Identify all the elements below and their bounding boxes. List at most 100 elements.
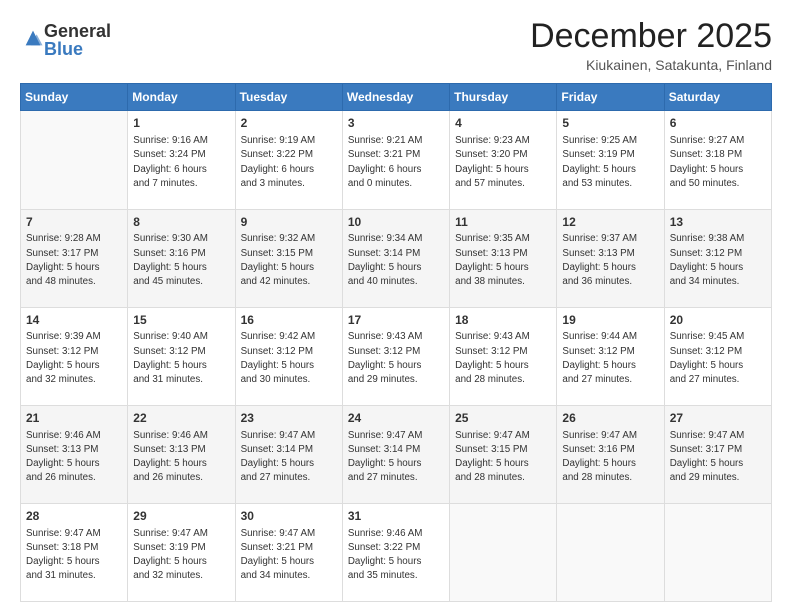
- day-info: Sunrise: 9:32 AMSunset: 3:15 PMDaylight:…: [241, 232, 337, 289]
- day-number: 5: [562, 115, 658, 132]
- table-row: 20Sunrise: 9:45 AMSunset: 3:12 PMDayligh…: [664, 307, 771, 405]
- day-number: 19: [562, 312, 658, 329]
- day-info: Sunrise: 9:23 AMSunset: 3:20 PMDaylight:…: [455, 134, 551, 191]
- header: General Blue December 2025 Kiukainen, Sa…: [20, 18, 772, 73]
- header-wednesday: Wednesday: [342, 84, 449, 111]
- day-info: Sunrise: 9:47 AMSunset: 3:14 PMDaylight:…: [348, 429, 444, 486]
- day-info: Sunrise: 9:25 AMSunset: 3:19 PMDaylight:…: [562, 134, 658, 191]
- table-row: 27 Sunrise: 9:47 AMSunset: 3:17 PMDayligh…: [664, 405, 771, 503]
- table-row: 29 Sunrise: 9:47 AMSunset: 3:19 PMDayligh…: [128, 503, 235, 601]
- table-row: 19Sunrise: 9:44 AMSunset: 3:12 PMDayligh…: [557, 307, 664, 405]
- calendar-week-row: 14Sunrise: 9:39 AMSunset: 3:12 PMDayligh…: [21, 307, 772, 405]
- day-number: 4: [455, 115, 551, 132]
- day-number: 28: [26, 508, 122, 525]
- table-row: 24 Sunrise: 9:47 AMSunset: 3:14 PMDayligh…: [342, 405, 449, 503]
- day-number: 14: [26, 312, 122, 329]
- day-info: Sunrise: 9:19 AMSunset: 3:22 PMDaylight:…: [241, 134, 337, 191]
- table-row: 7Sunrise: 9:28 AMSunset: 3:17 PMDaylight…: [21, 209, 128, 307]
- page: General Blue December 2025 Kiukainen, Sa…: [0, 0, 792, 612]
- day-number: 22: [133, 410, 229, 427]
- day-number: 7: [26, 214, 122, 231]
- day-info: Sunrise: 9:39 AMSunset: 3:12 PMDaylight:…: [26, 330, 122, 387]
- table-row: 18Sunrise: 9:43 AMSunset: 3:12 PMDayligh…: [450, 307, 557, 405]
- day-number: 27: [670, 410, 766, 427]
- table-row: 26 Sunrise: 9:47 AMSunset: 3:16 PMDayligh…: [557, 405, 664, 503]
- day-info: Sunrise: 9:46 AMSunset: 3:13 PMDaylight:…: [26, 429, 122, 486]
- day-info: Sunrise: 9:43 AMSunset: 3:12 PMDaylight:…: [455, 330, 551, 387]
- day-number: 2: [241, 115, 337, 132]
- table-row: 30Sunrise: 9:47 AMSunset: 3:21 PMDayligh…: [235, 503, 342, 601]
- header-sunday: Sunday: [21, 84, 128, 111]
- title-section: December 2025 Kiukainen, Satakunta, Finl…: [530, 18, 772, 73]
- day-info: Sunrise: 9:21 AMSunset: 3:21 PMDaylight:…: [348, 134, 444, 191]
- table-row: [557, 503, 664, 601]
- header-friday: Friday: [557, 84, 664, 111]
- table-row: 14Sunrise: 9:39 AMSunset: 3:12 PMDayligh…: [21, 307, 128, 405]
- table-row: 6Sunrise: 9:27 AMSunset: 3:18 PMDaylight…: [664, 111, 771, 209]
- day-info: Sunrise: 9:30 AMSunset: 3:16 PMDaylight:…: [133, 232, 229, 289]
- day-info: Sunrise: 9:47 AMSunset: 3:15 PMDaylight:…: [455, 429, 551, 486]
- table-row: 13Sunrise: 9:38 AMSunset: 3:12 PMDayligh…: [664, 209, 771, 307]
- day-info: Sunrise: 9:34 AMSunset: 3:14 PMDaylight:…: [348, 232, 444, 289]
- header-thursday: Thursday: [450, 84, 557, 111]
- header-tuesday: Tuesday: [235, 84, 342, 111]
- day-info: Sunrise: 9:47 AMSunset: 3:16 PMDaylight:…: [562, 429, 658, 486]
- day-info: Sunrise: 9:47 AMSunset: 3:19 PMDaylight:…: [133, 527, 229, 584]
- table-row: 12Sunrise: 9:37 AMSunset: 3:13 PMDayligh…: [557, 209, 664, 307]
- day-info: Sunrise: 9:28 AMSunset: 3:17 PMDaylight:…: [26, 232, 122, 289]
- table-row: 25 Sunrise: 9:47 AMSunset: 3:15 PMDayligh…: [450, 405, 557, 503]
- calendar-header-row: Sunday Monday Tuesday Wednesday Thursday…: [21, 84, 772, 111]
- day-number: 30: [241, 508, 337, 525]
- day-number: 16: [241, 312, 337, 329]
- day-info: Sunrise: 9:44 AMSunset: 3:12 PMDaylight:…: [562, 330, 658, 387]
- table-row: 15Sunrise: 9:40 AMSunset: 3:12 PMDayligh…: [128, 307, 235, 405]
- table-row: 31Sunrise: 9:46 AMSunset: 3:22 PMDayligh…: [342, 503, 449, 601]
- table-row: 21Sunrise: 9:46 AMSunset: 3:13 PMDayligh…: [21, 405, 128, 503]
- day-info: Sunrise: 9:46 AMSunset: 3:13 PMDaylight:…: [133, 429, 229, 486]
- table-row: [450, 503, 557, 601]
- day-number: 29: [133, 508, 229, 525]
- day-number: 25: [455, 410, 551, 427]
- day-number: 23: [241, 410, 337, 427]
- table-row: 17Sunrise: 9:43 AMSunset: 3:12 PMDayligh…: [342, 307, 449, 405]
- day-number: 31: [348, 508, 444, 525]
- day-number: 20: [670, 312, 766, 329]
- day-number: 15: [133, 312, 229, 329]
- header-saturday: Saturday: [664, 84, 771, 111]
- day-number: 17: [348, 312, 444, 329]
- table-row: 8Sunrise: 9:30 AMSunset: 3:16 PMDaylight…: [128, 209, 235, 307]
- table-row: 22 Sunrise: 9:46 AMSunset: 3:13 PMDayligh…: [128, 405, 235, 503]
- table-row: 28 Sunrise: 9:47 AMSunset: 3:18 PMDayligh…: [21, 503, 128, 601]
- day-info: Sunrise: 9:45 AMSunset: 3:12 PMDaylight:…: [670, 330, 766, 387]
- day-info: Sunrise: 9:16 AMSunset: 3:24 PMDaylight:…: [133, 134, 229, 191]
- table-row: [664, 503, 771, 601]
- location: Kiukainen, Satakunta, Finland: [530, 57, 772, 73]
- calendar-week-row: 1 Sunrise: 9:16 AMSunset: 3:24 PMDaylight…: [21, 111, 772, 209]
- day-number: 11: [455, 214, 551, 231]
- table-row: 4 Sunrise: 9:23 AMSunset: 3:20 PMDaylight…: [450, 111, 557, 209]
- day-number: 12: [562, 214, 658, 231]
- day-info: Sunrise: 9:43 AMSunset: 3:12 PMDaylight:…: [348, 330, 444, 387]
- logo-text: General Blue: [44, 22, 111, 58]
- table-row: 16Sunrise: 9:42 AMSunset: 3:12 PMDayligh…: [235, 307, 342, 405]
- table-row: 10Sunrise: 9:34 AMSunset: 3:14 PMDayligh…: [342, 209, 449, 307]
- day-number: 18: [455, 312, 551, 329]
- day-number: 24: [348, 410, 444, 427]
- table-row: [21, 111, 128, 209]
- day-info: Sunrise: 9:42 AMSunset: 3:12 PMDaylight:…: [241, 330, 337, 387]
- table-row: 11Sunrise: 9:35 AMSunset: 3:13 PMDayligh…: [450, 209, 557, 307]
- day-number: 9: [241, 214, 337, 231]
- day-number: 26: [562, 410, 658, 427]
- day-info: Sunrise: 9:27 AMSunset: 3:18 PMDaylight:…: [670, 134, 766, 191]
- table-row: 23Sunrise: 9:47 AMSunset: 3:14 PMDayligh…: [235, 405, 342, 503]
- logo-blue-text: Blue: [44, 40, 111, 58]
- day-info: Sunrise: 9:47 AMSunset: 3:17 PMDaylight:…: [670, 429, 766, 486]
- logo: General Blue: [20, 22, 111, 58]
- calendar-week-row: 21Sunrise: 9:46 AMSunset: 3:13 PMDayligh…: [21, 405, 772, 503]
- day-number: 1: [133, 115, 229, 132]
- month-title: December 2025: [530, 18, 772, 55]
- day-info: Sunrise: 9:47 AMSunset: 3:18 PMDaylight:…: [26, 527, 122, 584]
- day-number: 13: [670, 214, 766, 231]
- day-number: 3: [348, 115, 444, 132]
- day-number: 8: [133, 214, 229, 231]
